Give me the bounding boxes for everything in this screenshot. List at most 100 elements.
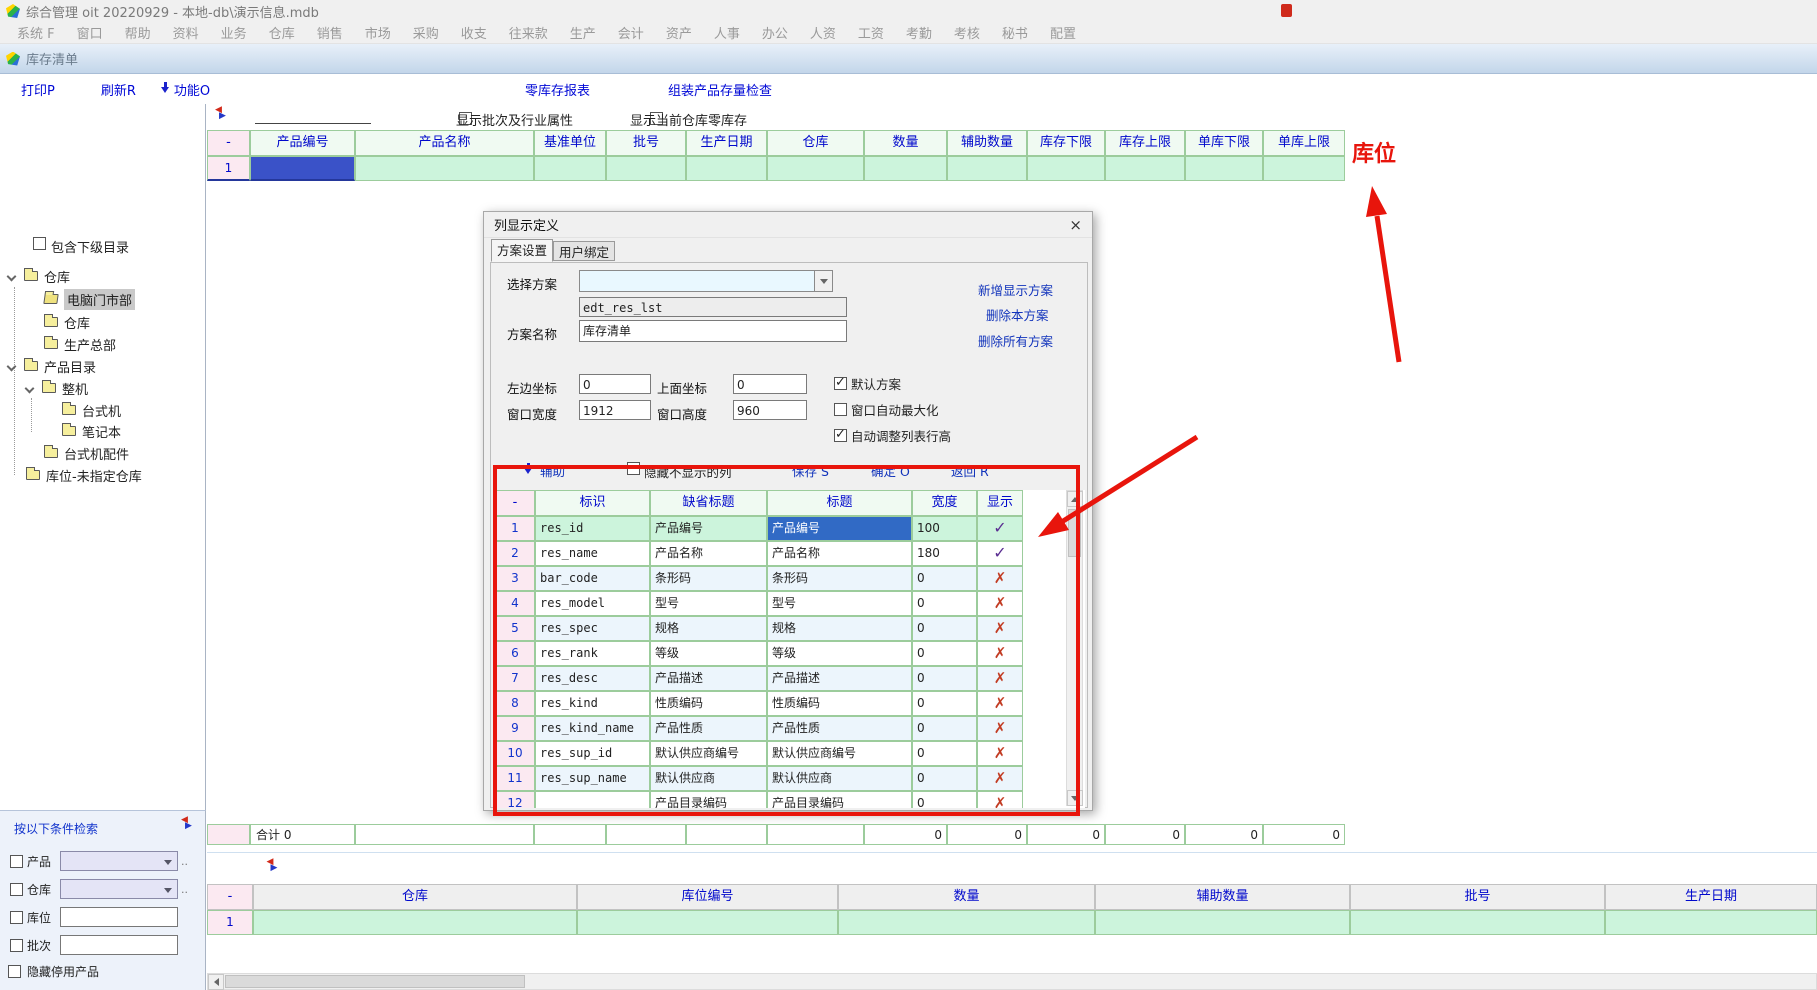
tree-item-product-catalog[interactable]: 产品目录 <box>8 355 96 377</box>
title-cell[interactable]: 产品编号 <box>767 516 912 541</box>
grid-cell[interactable] <box>838 910 1095 935</box>
dialog-grid-row[interactable]: 9 res_kind_name 产品性质 产品性质 0 <box>495 716 1023 741</box>
swap-columns-icon[interactable] <box>215 110 232 123</box>
menu-item[interactable]: 会计 <box>607 23 655 42</box>
delete-scheme-button[interactable]: 删除本方案 <box>986 305 1049 324</box>
grid-cell[interactable] <box>686 156 767 181</box>
menu-item[interactable]: 系统 F <box>6 23 66 42</box>
menu-item[interactable]: 资产 <box>655 23 703 42</box>
column-header[interactable]: 产品名称 <box>355 130 534 156</box>
batch-filter-input[interactable] <box>60 935 178 955</box>
width-cell[interactable]: 0 <box>912 766 977 791</box>
grid-cell[interactable] <box>1105 156 1185 181</box>
title-cell[interactable]: 性质编码 <box>767 691 912 716</box>
menu-item[interactable]: 业务 <box>210 23 258 42</box>
dialog-grid-row[interactable]: 2 res_name 产品名称 产品名称 180 <box>495 541 1023 566</box>
warehouse-filter-checkbox[interactable] <box>10 883 23 896</box>
identifier-cell[interactable]: res_model <box>535 591 650 616</box>
default-title-cell[interactable]: 条形码 <box>650 566 767 591</box>
menu-item[interactable]: 帮助 <box>114 23 162 42</box>
zero-stock-report-link[interactable]: 零库存报表 <box>525 80 590 99</box>
scroll-down-button[interactable] <box>1067 790 1083 806</box>
column-header[interactable]: 单库下限 <box>1185 130 1263 156</box>
grid-cell[interactable] <box>1350 910 1605 935</box>
chevron-down-icon[interactable] <box>7 361 17 371</box>
width-cell[interactable]: 0 <box>912 791 977 808</box>
chevron-down-icon[interactable] <box>25 383 35 393</box>
scheme-combo[interactable] <box>579 270 833 292</box>
ok-button[interactable]: 确定 O <box>871 461 910 480</box>
aux-button[interactable]: 辅助 <box>540 461 565 480</box>
default-title-cell[interactable]: 规格 <box>650 616 767 641</box>
identifier-cell[interactable]: res_rank <box>535 641 650 666</box>
column-header[interactable]: 库存上限 <box>1105 130 1185 156</box>
dialog-grid-row[interactable]: 10 res_sup_id 默认供应商编号 默认供应商编号 0 <box>495 741 1023 766</box>
visibility-mark-icon[interactable] <box>977 791 1023 808</box>
dialog-grid-row[interactable]: 3 bar_code 条形码 条形码 0 <box>495 566 1023 591</box>
column-header[interactable]: 显示 <box>977 490 1023 516</box>
menu-item[interactable]: 秘书 <box>991 23 1039 42</box>
column-header[interactable]: 库存下限 <box>1027 130 1105 156</box>
column-header[interactable]: 辅助数量 <box>1095 884 1350 910</box>
dialog-grid-row[interactable]: 4 res_model 型号 型号 0 <box>495 591 1023 616</box>
grid-cell[interactable] <box>1185 156 1263 181</box>
default-title-cell[interactable]: 产品名称 <box>650 541 767 566</box>
include-subfolders-checkbox[interactable] <box>33 237 46 250</box>
title-cell[interactable]: 默认供应商编号 <box>767 741 912 766</box>
width-cell[interactable]: 100 <box>912 516 977 541</box>
dialog-grid-row[interactable]: 1 res_id 产品编号 产品编号 100 <box>495 516 1023 541</box>
warehouse-more-button[interactable]: .. <box>181 883 188 896</box>
back-button[interactable]: 返回 R <box>951 461 989 480</box>
horizontal-scrollbar[interactable] <box>207 973 1817 990</box>
delete-all-schemes-button[interactable]: 删除所有方案 <box>978 331 1053 350</box>
menu-item[interactable]: 收支 <box>450 23 498 42</box>
scroll-left-button[interactable] <box>208 974 224 990</box>
grid-cell[interactable] <box>606 156 686 181</box>
save-button[interactable]: 保存 S <box>792 461 829 480</box>
column-header[interactable]: - <box>207 884 253 910</box>
menu-item[interactable]: 仓库 <box>258 23 306 42</box>
auto-maximize-checkbox[interactable] <box>834 403 847 416</box>
identifier-cell[interactable]: res_kind_name <box>535 716 650 741</box>
menu-item[interactable]: 资料 <box>162 23 210 42</box>
width-cell[interactable]: 0 <box>912 591 977 616</box>
dialog-grid-scrollbar[interactable] <box>1066 490 1083 806</box>
column-header[interactable]: 单库上限 <box>1263 130 1345 156</box>
print-button[interactable]: 打印P <box>21 80 55 99</box>
menu-item[interactable]: 往来款 <box>498 23 559 42</box>
product-more-button[interactable]: .. <box>181 855 188 868</box>
menu-item[interactable]: 人事 <box>703 23 751 42</box>
dialog-grid-row[interactable]: 11 res_sup_name 默认供应商 默认供应商 0 <box>495 766 1023 791</box>
default-title-cell[interactable]: 产品性质 <box>650 716 767 741</box>
swap-columns-icon[interactable] <box>266 862 283 875</box>
scheme-name-input[interactable]: 库存清单 <box>579 320 847 342</box>
grid-cell[interactable] <box>534 156 606 181</box>
menu-item[interactable]: 生产 <box>559 23 607 42</box>
column-header[interactable]: 标识 <box>535 490 650 516</box>
menu-item[interactable]: 采购 <box>402 23 450 42</box>
menu-item[interactable]: 工资 <box>847 23 895 42</box>
column-header[interactable]: 数量 <box>864 130 947 156</box>
column-header[interactable]: 生产日期 <box>686 130 767 156</box>
dialog-grid-row[interactable]: 12 产品目录编码 产品目录编码 0 <box>495 791 1023 808</box>
menu-item[interactable]: 销售 <box>306 23 354 42</box>
dialog-grid-row[interactable]: 8 res_kind 性质编码 性质编码 0 <box>495 691 1023 716</box>
grid-cell[interactable] <box>1605 910 1817 935</box>
column-header[interactable]: 生产日期 <box>1605 884 1817 910</box>
identifier-cell[interactable]: res_spec <box>535 616 650 641</box>
width-cell[interactable]: 0 <box>912 691 977 716</box>
tree-item-complete-machine[interactable]: 整机 <box>26 377 88 399</box>
visibility-mark-icon[interactable] <box>977 516 1023 541</box>
title-cell[interactable]: 规格 <box>767 616 912 641</box>
grid-cell[interactable] <box>864 156 947 181</box>
title-cell[interactable]: 等级 <box>767 641 912 666</box>
visibility-mark-icon[interactable] <box>977 591 1023 616</box>
column-header[interactable]: - <box>495 490 535 516</box>
title-cell[interactable]: 型号 <box>767 591 912 616</box>
visibility-mark-icon[interactable] <box>977 566 1023 591</box>
top-coord-input[interactable]: 0 <box>733 374 807 394</box>
swap-columns-icon[interactable] <box>181 820 198 833</box>
tree-item-computer-store[interactable]: 电脑门市部 <box>44 288 135 310</box>
title-cell[interactable]: 产品名称 <box>767 541 912 566</box>
menu-item[interactable]: 考勤 <box>895 23 943 42</box>
